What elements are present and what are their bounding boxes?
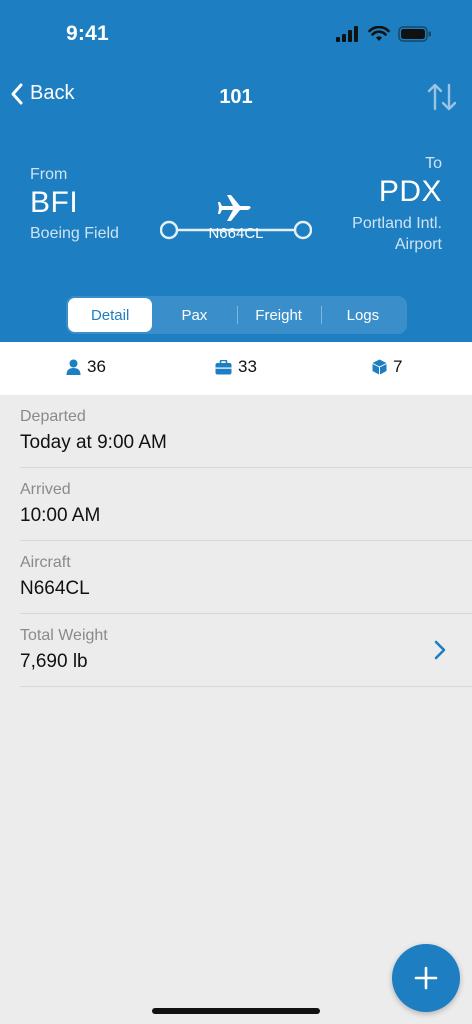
home-indicator xyxy=(152,1008,320,1014)
page-title: 101 xyxy=(219,86,253,108)
bag-count-value: 33 xyxy=(238,357,257,376)
detail-label: Aircraft xyxy=(20,554,71,571)
detail-value: 7,690 lb xyxy=(20,651,88,672)
tab-logs[interactable]: Logs xyxy=(320,298,405,332)
load-counts: 36 33 7 xyxy=(0,342,472,395)
status-time: 9:41 xyxy=(66,22,109,45)
detail-row-arrived: Arrived 10:00 AM xyxy=(20,468,472,541)
segmented-tabs: Detail Pax Freight Logs xyxy=(66,296,407,334)
add-button[interactable] xyxy=(392,944,460,1012)
airplane-icon xyxy=(218,195,251,221)
package-count: 7 xyxy=(372,357,402,377)
detail-label: Departed xyxy=(20,408,86,425)
briefcase-icon xyxy=(215,359,232,374)
detail-value: N664CL xyxy=(20,578,90,599)
detail-row-departed: Departed Today at 9:00 AM xyxy=(20,395,472,468)
destination-code: PDX xyxy=(378,175,442,208)
origin-name: Boeing Field xyxy=(30,225,119,242)
passenger-count-value: 36 xyxy=(87,357,106,376)
swap-arrows-icon xyxy=(427,83,457,111)
flight-header: 9:41 Back 101 From BFI Boeing Field N664… xyxy=(0,0,472,342)
origin-label: From xyxy=(30,166,68,183)
detail-row-aircraft: Aircraft N664CL xyxy=(20,541,472,614)
bag-count: 33 xyxy=(215,357,257,377)
wifi-icon xyxy=(368,26,390,41)
person-icon xyxy=(66,359,81,375)
tail-number: N664CL xyxy=(208,225,264,242)
package-count-value: 7 xyxy=(393,357,403,376)
battery-icon xyxy=(398,26,431,42)
destination-name: Portland Intl. Airport xyxy=(352,215,442,253)
detail-value: Today at 9:00 AM xyxy=(20,432,167,453)
swap-button[interactable] xyxy=(426,82,458,117)
route-summary: From BFI Boeing Field N664CL To PDX Port… xyxy=(0,150,472,260)
chevron-right-icon xyxy=(434,640,446,660)
navigation-bar: Back 101 xyxy=(0,78,472,118)
origin-code: BFI xyxy=(30,186,79,219)
plus-icon xyxy=(414,966,438,990)
flight-details-list: Departed Today at 9:00 AM Arrived 10:00 … xyxy=(0,395,472,687)
tab-freight[interactable]: Freight xyxy=(236,298,321,332)
detail-value: 10:00 AM xyxy=(20,505,101,526)
detail-label: Total Weight xyxy=(20,627,108,644)
tab-pax[interactable]: Pax xyxy=(152,298,236,332)
status-icons xyxy=(336,26,432,42)
tab-detail[interactable]: Detail xyxy=(68,298,153,332)
destination-label: To xyxy=(425,155,442,172)
passenger-count: 36 xyxy=(66,357,106,377)
cube-icon xyxy=(372,359,387,375)
cellular-signal-icon xyxy=(336,26,358,42)
status-bar: 9:41 xyxy=(0,0,472,60)
detail-label: Arrived xyxy=(20,481,71,498)
detail-row-total-weight[interactable]: Total Weight 7,690 lb xyxy=(20,614,472,687)
